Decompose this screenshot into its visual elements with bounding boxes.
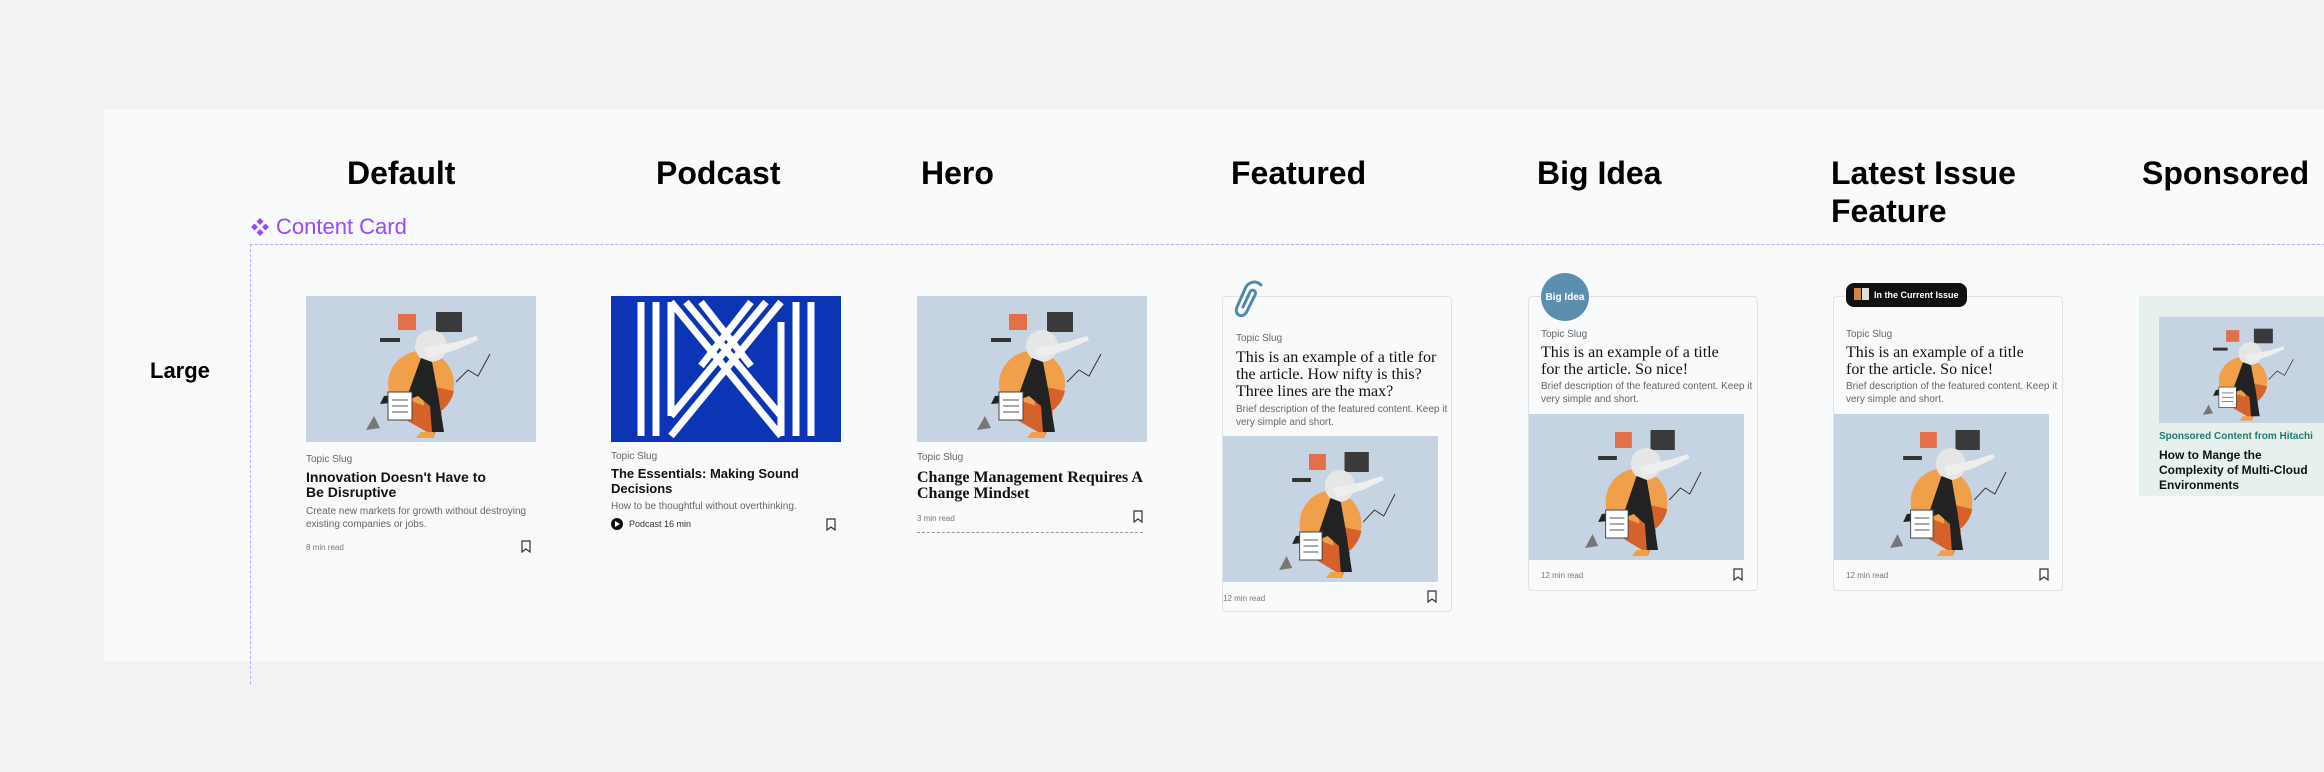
card-big-idea-title[interactable]: This is an example of a title for the ar… (1541, 344, 1741, 378)
card-sponsored-title[interactable]: How to Mange the Complexity of Multi-Clo… (2159, 448, 2324, 493)
paperclip-icon (1231, 279, 1271, 328)
column-title-podcast: Podcast (656, 155, 781, 191)
card-latest-issue-description: Brief description of the featured conten… (1846, 381, 2058, 405)
card-big-idea-image[interactable] (1529, 414, 1744, 560)
card-podcast-meta[interactable]: Podcast 16 min (611, 518, 691, 530)
bookmark-icon[interactable] (521, 540, 531, 553)
card-latest-issue-slug[interactable]: Topic Slug (1846, 329, 1892, 340)
card-hero-slug[interactable]: Topic Slug (917, 452, 963, 463)
card-podcast-slug[interactable]: Topic Slug (611, 451, 657, 462)
row-label-large: Large (150, 358, 210, 383)
column-title-featured: Featured (1231, 155, 1367, 191)
card-latest-issue-title[interactable]: This is an example of a title for the ar… (1846, 344, 2046, 378)
card-podcast-duration: Podcast 16 min (629, 519, 692, 529)
column-title-sponsored: Sponsored (2142, 155, 2310, 191)
card-latest-issue-badge-label: In the Current Issue (1874, 290, 1959, 300)
magazine-icon (1854, 288, 1870, 302)
card-sponsored-label: Sponsored Content from Hitachi (2159, 431, 2313, 442)
card-hero-image[interactable] (917, 296, 1147, 442)
card-default-image[interactable] (306, 296, 536, 442)
card-featured-title[interactable]: This is an example of a title for the ar… (1236, 349, 1448, 400)
bookmark-icon[interactable] (1133, 510, 1143, 523)
card-default-title[interactable]: Innovation Doesn't Have to Be Disruptive (306, 470, 506, 500)
card-featured-description: Brief description of the featured conten… (1236, 404, 1448, 428)
bookmark-icon[interactable] (1733, 568, 1743, 581)
card-default-slug[interactable]: Topic Slug (306, 454, 352, 465)
card-podcast-title[interactable]: The Essentials: Making Sound Decisions (611, 466, 801, 496)
card-featured-slug[interactable]: Topic Slug (1236, 333, 1282, 344)
component-name: Content Card (276, 214, 407, 239)
card-big-idea-slug[interactable]: Topic Slug (1541, 329, 1587, 340)
card-big-idea-badge: Big Idea (1541, 273, 1589, 321)
card-big-idea-read-time: 12 min read (1541, 571, 1584, 580)
column-title-big-idea: Big Idea (1537, 155, 1662, 191)
bookmark-icon[interactable] (2039, 568, 2049, 581)
card-hero-title[interactable]: Change Management Requires A Change Mind… (917, 470, 1147, 502)
card-sponsored-image[interactable] (2159, 317, 2324, 423)
card-latest-issue-badge: In the Current Issue (1846, 283, 1967, 307)
play-icon[interactable] (611, 518, 623, 530)
column-title-default: Default (347, 155, 456, 191)
card-big-idea-description: Brief description of the featured conten… (1541, 381, 1753, 405)
bookmark-icon[interactable] (1427, 590, 1437, 603)
card-hero-divider (917, 532, 1143, 533)
card-default-description: Create new markets for growth without de… (306, 506, 527, 530)
column-title-hero: Hero (921, 155, 994, 191)
column-title-latest-issue: Latest Issue Feature (1831, 155, 2016, 229)
component-diamond-icon (250, 217, 270, 237)
card-latest-issue-image[interactable] (1834, 414, 2049, 560)
bookmark-icon[interactable] (826, 518, 836, 531)
card-hero-read-time: 3 min read (917, 514, 955, 523)
card-featured-read-time: 12 min read (1223, 594, 1266, 603)
card-latest-issue-read-time: 12 min read (1846, 571, 1889, 580)
card-podcast-image[interactable] (611, 296, 841, 442)
card-default-read-time: 8 min read (306, 543, 344, 552)
card-podcast-description: How to be thoughtful without overthinkin… (611, 501, 797, 512)
card-featured-image[interactable] (1223, 436, 1438, 582)
component-label[interactable]: Content Card (250, 214, 407, 240)
